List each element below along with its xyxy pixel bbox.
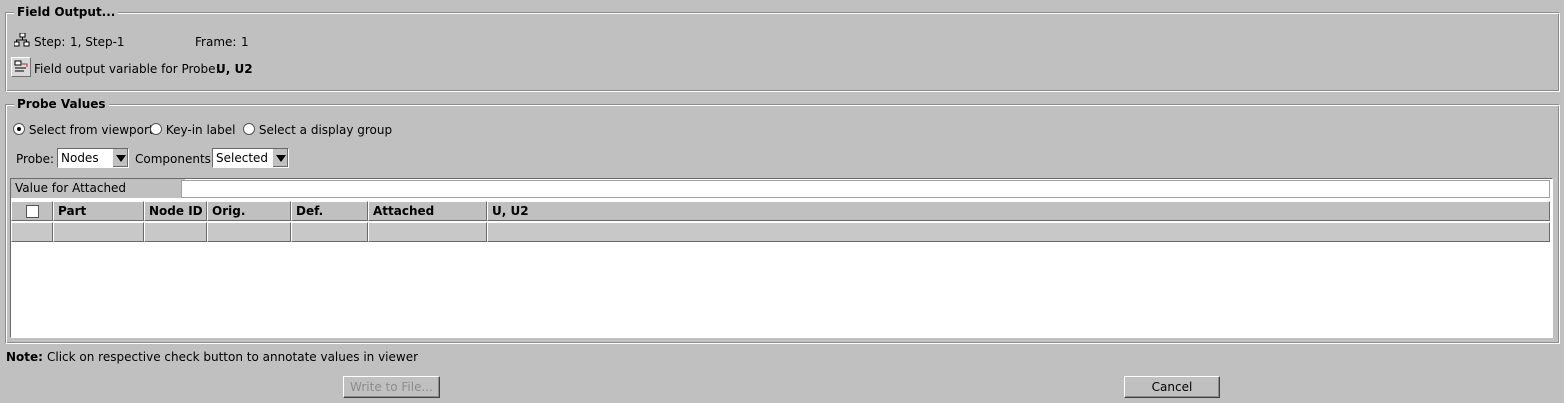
column-header[interactable]: Part Instance: [53, 201, 144, 236]
table-cell[interactable]: [487, 222, 1550, 242]
column-header[interactable]: Orig. Coords: [207, 201, 291, 236]
radio-icon-selected[interactable]: [13, 123, 25, 135]
value-attached-field[interactable]: [181, 180, 1550, 198]
column-header[interactable]: U, U2: [487, 201, 1550, 221]
radio-icon[interactable]: [243, 123, 255, 135]
note-label: Note:: [6, 350, 43, 364]
radio-label: Select from viewport: [28, 123, 154, 137]
probe-values-title: Probe Values: [14, 97, 109, 111]
cancel-button[interactable]: Cancel: [1124, 376, 1220, 398]
table-cell[interactable]: [368, 222, 487, 242]
value-attached-row: Value for Attached elements:: [11, 179, 1552, 214]
table-cell[interactable]: [207, 222, 291, 242]
probe-label: Probe:: [16, 152, 55, 166]
frame-value: 1: [241, 35, 249, 49]
select-all-checkbox[interactable]: [26, 205, 39, 218]
field-output-group: Field Output... Step: 1, Step-1 Frame: 1…: [5, 5, 1560, 92]
note-text: Click on respective check button to anno…: [47, 350, 419, 364]
variable-label: Field output variable for Probe:: [34, 62, 220, 76]
table-cell[interactable]: [144, 222, 207, 242]
chevron-down-icon[interactable]: [112, 149, 128, 167]
radio-label: Select a display group: [258, 123, 393, 137]
field-output-title: Field Output...: [14, 5, 119, 19]
components-select[interactable]: Selected: [212, 148, 289, 168]
table-cell[interactable]: [53, 222, 144, 242]
column-header[interactable]: Attached elements: [368, 201, 487, 236]
value-attached-label: Value for Attached elements:: [11, 179, 185, 214]
table-cell[interactable]: [291, 222, 368, 242]
table-cell[interactable]: [11, 222, 53, 242]
header-select-all[interactable]: [11, 201, 53, 221]
radio-key-in-label[interactable]: Key-in label: [150, 123, 235, 137]
field-output-icon[interactable]: [11, 57, 31, 77]
step-tree-icon: [14, 33, 30, 47]
components-label: Components:: [135, 152, 215, 166]
step-value: 1, Step-1: [70, 35, 125, 49]
column-header[interactable]: Node ID: [144, 201, 207, 221]
column-header[interactable]: Def. Coords: [291, 201, 368, 236]
chevron-down-icon[interactable]: [272, 149, 288, 167]
step-label: Step:: [34, 35, 66, 49]
probe-select-value: Nodes: [61, 151, 99, 165]
variable-value: U, U2: [216, 62, 253, 76]
probe-table: Value for Attached elements: Part Instan…: [10, 178, 1553, 338]
radio-label: Key-in label: [165, 123, 236, 137]
write-to-file-button[interactable]: Write to File...: [343, 376, 440, 398]
frame-label: Frame:: [195, 35, 237, 49]
radio-display-group[interactable]: Select a display group: [243, 123, 392, 137]
radio-select-viewport[interactable]: Select from viewport: [13, 123, 154, 137]
radio-icon[interactable]: [150, 123, 162, 135]
components-select-value: Selected: [216, 151, 269, 165]
probe-select[interactable]: Nodes: [57, 148, 129, 168]
